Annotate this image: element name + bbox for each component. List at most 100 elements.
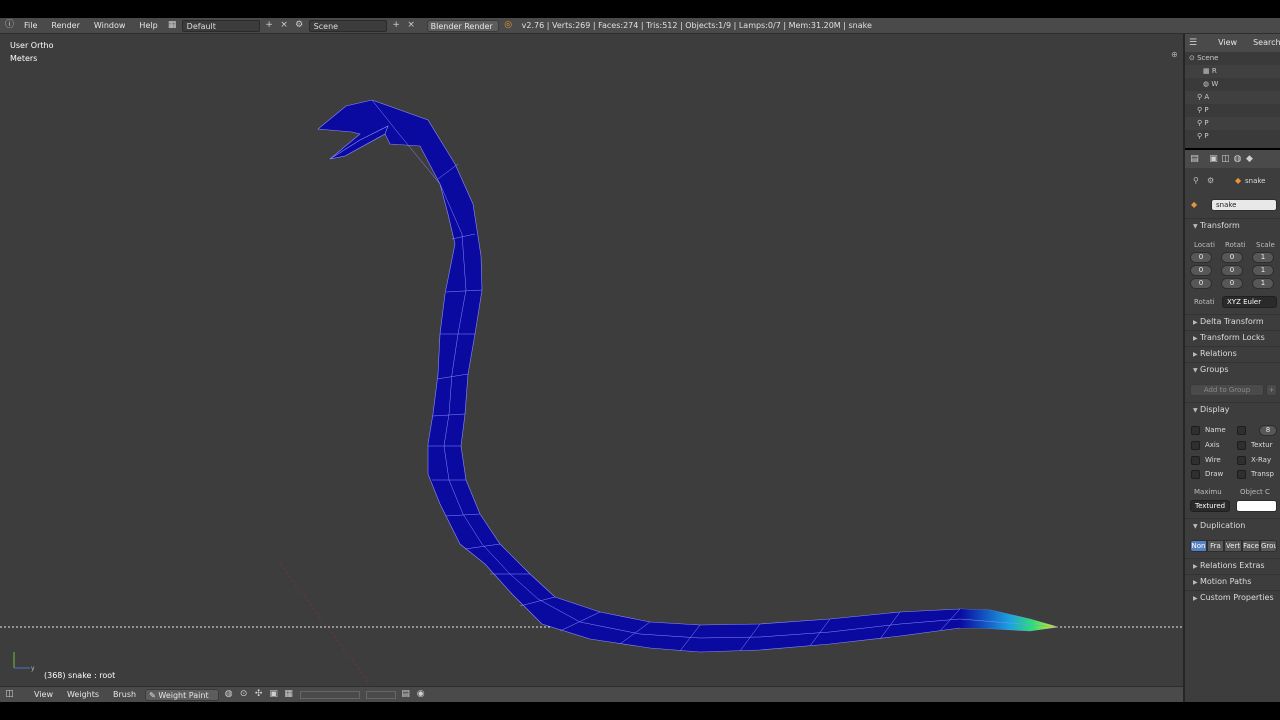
area-split-corner-icon[interactable]: ⊕ <box>1171 50 1179 59</box>
duplication-frames[interactable]: Fra <box>1207 540 1224 552</box>
info-editor-icon[interactable]: ⓘ <box>4 20 15 31</box>
panel-groups[interactable]: ▼ Groups <box>1185 362 1280 376</box>
screen-layout-field[interactable]: Default <box>181 19 260 32</box>
layer-buttons[interactable] <box>300 690 361 699</box>
duplication-none[interactable]: Non <box>1190 540 1207 552</box>
add-scene-icon[interactable]: + <box>391 20 402 31</box>
outliner-row-object-1[interactable]: ⚲ P <box>1185 104 1280 117</box>
manipulator-icon[interactable]: ✣ <box>253 689 264 700</box>
mode-dropdown[interactable]: ✎ Weight Paint <box>145 688 220 701</box>
properties-editor-icon[interactable]: ▤ <box>1189 154 1200 165</box>
menu-window[interactable]: Window <box>89 20 131 32</box>
checkbox-spin[interactable] <box>1237 426 1246 435</box>
render-preview-icon[interactable]: ▤ <box>400 689 411 700</box>
panel-title-label: Relations Extras <box>1200 561 1265 570</box>
checkbox-transparency-label: Transp <box>1251 470 1274 478</box>
outliner[interactable]: ⊙ Scene ▦ R ◍ W ⚲ A ⚲ P ⚲ P ⚲ P <box>1185 52 1280 148</box>
snake-mesh[interactable] <box>317 99 1059 653</box>
location-z[interactable]: 0 <box>1190 278 1212 289</box>
scale-z[interactable]: 1 <box>1252 278 1274 289</box>
screen-layout-icon[interactable]: ▦ <box>167 20 178 31</box>
checkbox-transparency[interactable] <box>1237 470 1246 479</box>
blender-logo-icon: ◎ <box>504 20 513 30</box>
object-name-field[interactable]: snake <box>1211 199 1277 211</box>
rotation-mode-dropdown[interactable]: XYZ Euler <box>1222 296 1277 308</box>
editor-type-icon[interactable]: ◫ <box>4 689 15 700</box>
menu-view[interactable]: View <box>29 689 58 701</box>
x-axis-line <box>279 563 371 685</box>
face-mask-icon[interactable]: ▣ <box>268 689 279 700</box>
panel-title-label: Transform Locks <box>1200 333 1265 342</box>
menu-weights[interactable]: Weights <box>62 689 104 701</box>
remove-scene-icon[interactable]: × <box>406 20 417 31</box>
duplication-group[interactable]: Grou <box>1260 540 1277 552</box>
panel-motion-paths[interactable]: ▶ Motion Paths <box>1185 574 1280 588</box>
max-draw-type-dropdown[interactable]: Textured <box>1190 500 1230 512</box>
breadcrumb-object: snake <box>1245 177 1266 185</box>
object-data-icon[interactable]: ◆ <box>1191 200 1197 209</box>
outliner-row-object-3[interactable]: ⚲ P <box>1185 130 1280 143</box>
pin-icon[interactable]: ⚲ <box>1193 176 1199 185</box>
outliner-row-renderlayers[interactable]: ▦ R <box>1185 65 1280 78</box>
checkbox-xray[interactable] <box>1237 456 1246 465</box>
checkbox-texture-label: Textur <box>1251 441 1273 449</box>
outliner-row-armature[interactable]: ⚲ A <box>1185 91 1280 104</box>
location-y[interactable]: 0 <box>1190 265 1212 276</box>
object-tab-icon[interactable]: ◆ <box>1244 154 1255 165</box>
outliner-row-scene[interactable]: ⊙ Scene <box>1185 52 1280 65</box>
rotation-x[interactable]: 0 <box>1221 252 1243 263</box>
pivot-point-icon[interactable]: ⊙ <box>238 689 249 700</box>
display-spin-field[interactable]: 8 <box>1259 425 1277 436</box>
render-engine-dropdown[interactable]: Blender Render <box>426 19 499 32</box>
3d-viewport[interactable]: y User Ortho Meters ⊕ (368) snake : root <box>0 34 1183 686</box>
location-x[interactable]: 0 <box>1190 252 1212 263</box>
checkbox-draw[interactable] <box>1191 470 1200 479</box>
panel-transform[interactable]: ▼ Transform <box>1185 218 1280 232</box>
outliner-menu-search[interactable]: Search <box>1248 37 1280 49</box>
panel-duplication[interactable]: ▼ Duplication <box>1185 518 1280 532</box>
checkbox-name[interactable] <box>1191 426 1200 435</box>
panel-relations-extras[interactable]: ▶ Relations Extras <box>1185 558 1280 572</box>
menu-brush[interactable]: Brush <box>108 689 141 701</box>
panel-transform-locks[interactable]: ▶ Transform Locks <box>1185 330 1280 344</box>
add-group-plus-icon[interactable]: + <box>1266 384 1277 396</box>
properties-editor: ⚲ ⚙ ◆ snake ◆ snake ▼ Transform Locati Ro… <box>1185 168 1280 702</box>
outliner-menu-view[interactable]: View <box>1213 37 1242 49</box>
vertex-mask-icon[interactable]: ▦ <box>283 689 294 700</box>
menu-render[interactable]: Render <box>46 20 84 32</box>
outliner-editor-icon[interactable]: ☰ <box>1189 38 1197 49</box>
add-to-group-button[interactable]: Add to Group <box>1190 384 1264 396</box>
outliner-row-world[interactable]: ◍ W <box>1185 78 1280 91</box>
menu-file[interactable]: File <box>19 20 42 32</box>
layer-buttons-2[interactable] <box>366 690 397 699</box>
world-tab-icon[interactable]: ◍ <box>1232 154 1243 165</box>
panel-custom-properties[interactable]: ▶ Custom Properties <box>1185 590 1280 604</box>
object-color-swatch[interactable] <box>1236 500 1277 512</box>
rotation-y[interactable]: 0 <box>1221 265 1243 276</box>
expand-icon: ▼ <box>1193 367 1198 374</box>
add-screen-icon[interactable]: + <box>264 20 275 31</box>
scene-icon[interactable]: ⚙ <box>294 20 305 31</box>
rotation-z[interactable]: 0 <box>1221 278 1243 289</box>
duplication-faces[interactable]: Face <box>1242 540 1260 552</box>
viewport-shading-icon[interactable]: ◍ <box>223 689 234 700</box>
scale-y[interactable]: 1 <box>1252 265 1274 276</box>
menu-help[interactable]: Help <box>134 20 162 32</box>
panel-relations[interactable]: ▶ Relations <box>1185 346 1280 360</box>
checkbox-wire[interactable] <box>1191 456 1200 465</box>
duplication-verts[interactable]: Vert <box>1224 540 1242 552</box>
remove-screen-icon[interactable]: × <box>279 20 290 31</box>
panel-title-label: Transform <box>1200 221 1240 230</box>
checkbox-axis[interactable] <box>1191 441 1200 450</box>
render-tab-icon[interactable]: ▣ <box>1208 154 1219 165</box>
checkbox-texture[interactable] <box>1237 441 1246 450</box>
outliner-row-object-2[interactable]: ⚲ P <box>1185 117 1280 130</box>
panel-display[interactable]: ▼ Display <box>1185 402 1280 416</box>
scale-x[interactable]: 1 <box>1252 252 1274 263</box>
camera-render-icon[interactable]: ◉ <box>415 689 426 700</box>
scene-tab-icon[interactable]: ◫ <box>1220 154 1231 165</box>
scene-field[interactable]: Scene <box>308 19 387 32</box>
panel-delta-transform[interactable]: ▶ Delta Transform <box>1185 314 1280 328</box>
outliner-header: ☰ View Search <box>1185 34 1280 52</box>
object-icon: ◆ <box>1235 176 1242 185</box>
